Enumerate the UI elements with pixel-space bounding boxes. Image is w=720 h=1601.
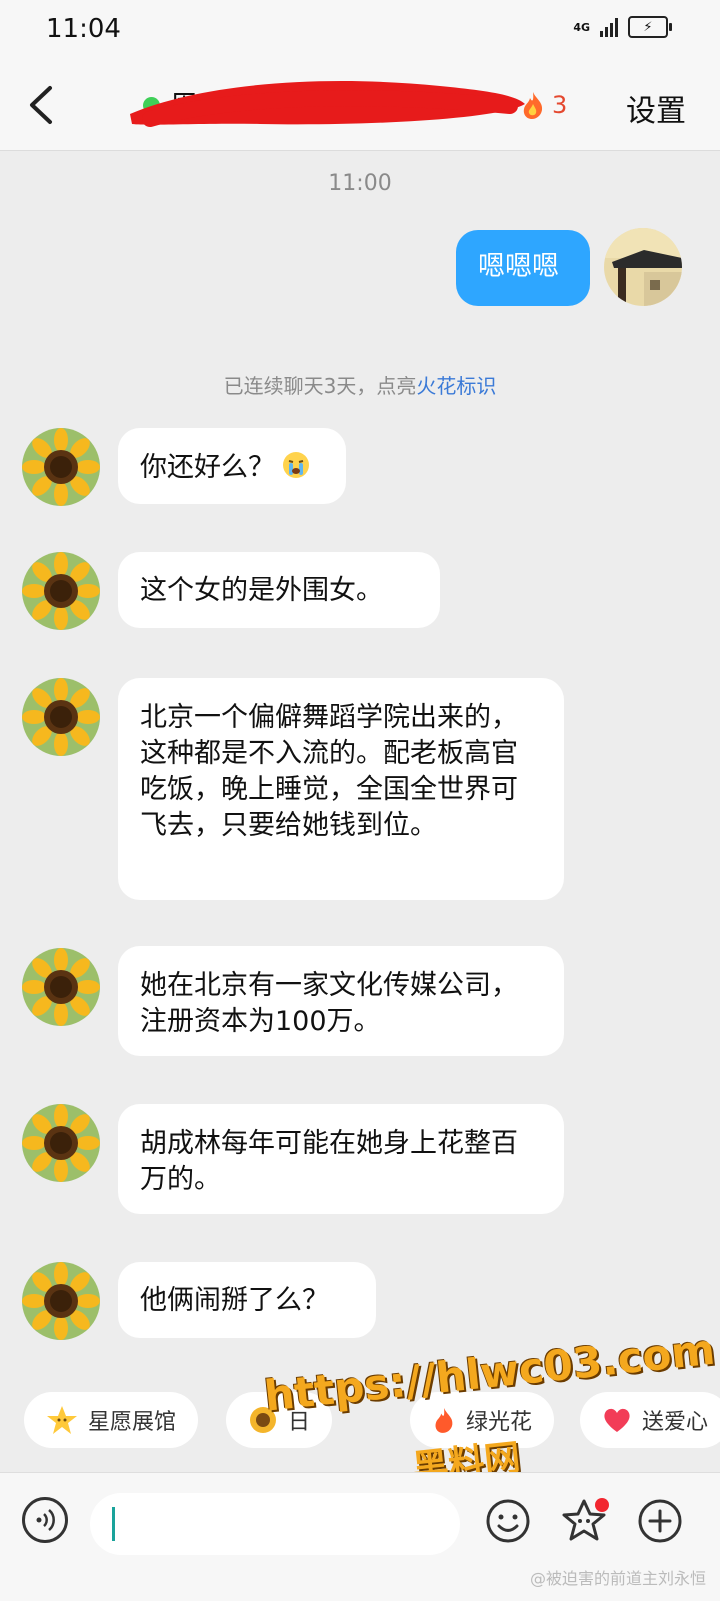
message-bubble-outgoing[interactable]: 嗯嗯嗯 — [456, 230, 590, 306]
chip-sun[interactable]: 日 — [226, 1392, 333, 1448]
contact-avatar[interactable] — [22, 1262, 100, 1340]
text-caret — [112, 1507, 115, 1541]
chip-star-wish[interactable]: 星愿展馆 — [24, 1392, 199, 1448]
emoji-button[interactable] — [484, 1497, 532, 1545]
sunflower-icon — [22, 948, 100, 1026]
chip-send-love[interactable]: 送爱心 — [580, 1392, 720, 1448]
message-bubble-incoming[interactable]: 她在北京有一家文化传媒公司，注册资本为100万。 — [118, 946, 564, 1056]
star-sticker-icon — [562, 1498, 609, 1541]
voice-input-button[interactable] — [22, 1497, 68, 1543]
sunflower-icon — [22, 678, 100, 756]
chat-header: 周 3 设置 — [0, 62, 720, 151]
chevron-left-icon — [30, 86, 52, 124]
chip-label: 星愿展馆 — [88, 1410, 177, 1435]
sunflower-icon — [22, 552, 100, 630]
contact-avatar[interactable] — [22, 428, 100, 506]
smiley-icon — [486, 1499, 530, 1543]
crying-face-icon — [283, 452, 309, 478]
message-bubble-incoming[interactable]: 这个女的是外围女。 — [118, 552, 440, 628]
chip-label: 绿光花 — [466, 1410, 533, 1435]
sunflower-icon — [22, 428, 100, 506]
message-bubble-incoming[interactable]: 他俩闹掰了么？ — [118, 1262, 376, 1338]
input-bar: @被迫害的前道主刘永恒 — [0, 1472, 720, 1601]
contact-avatar[interactable] — [22, 948, 100, 1026]
message-input[interactable] — [90, 1493, 460, 1555]
sunflower-icon — [250, 1407, 276, 1433]
contact-title[interactable]: 周 3 — [130, 81, 580, 130]
star-face-icon — [47, 1406, 77, 1434]
plus-circle-icon — [638, 1499, 682, 1543]
contact-name: 周 — [170, 89, 199, 122]
contact-avatar[interactable] — [22, 552, 100, 630]
sunflower-icon — [22, 1262, 100, 1340]
time-divider: 11:00 — [328, 171, 392, 196]
message-bubble-incoming[interactable]: 胡成林每年可能在她身上花整百万的。 — [118, 1104, 564, 1214]
system-note: 已连续聊天3天，点亮火花标识 — [0, 370, 720, 399]
chip-label: 送爱心 — [642, 1410, 709, 1435]
system-note-text: 已连续聊天3天，点亮 — [223, 374, 417, 398]
flame-icon — [523, 92, 543, 119]
status-bar: 11:04 4G ⚡ — [0, 0, 720, 62]
message-text: 你还好么？ — [140, 452, 275, 483]
chip-label: 日 — [288, 1410, 311, 1435]
streak-count: 3 — [552, 91, 568, 119]
spark-badge-link[interactable]: 火花标识 — [416, 374, 496, 398]
status-icons: 4G ⚡ — [573, 16, 672, 38]
contact-avatar[interactable] — [22, 1104, 100, 1182]
streak-badge[interactable]: 3 — [520, 90, 567, 120]
signal-icon — [600, 17, 618, 37]
online-status-dot — [143, 97, 160, 114]
back-button[interactable] — [22, 80, 62, 130]
voice-icon — [36, 1509, 55, 1531]
network-type: 4G — [573, 20, 590, 34]
avatar-image — [604, 228, 682, 306]
settings-button[interactable]: 设置 — [626, 86, 686, 130]
more-button[interactable] — [636, 1497, 684, 1545]
sticker-button[interactable] — [560, 1497, 609, 1545]
battery-charging-icon: ⚡ — [628, 16, 672, 38]
contact-avatar[interactable] — [22, 678, 100, 756]
weibo-watermark: @被迫害的前道主刘永恒 — [529, 1569, 706, 1588]
flame-icon — [435, 1408, 453, 1433]
sunflower-icon — [22, 1104, 100, 1182]
quick-action-bar: 星愿展馆 日 绿光花 送爱心 — [0, 1392, 720, 1458]
status-time: 11:04 — [46, 14, 121, 44]
my-avatar[interactable] — [604, 228, 682, 306]
message-bubble-incoming[interactable]: 你还好么？ — [118, 428, 346, 504]
heart-icon — [604, 1408, 630, 1432]
message-bubble-incoming[interactable]: 北京一个偏僻舞蹈学院出来的，这种都是不入流的。配老板高官吃饭，晚上睡觉，全国全世… — [118, 678, 564, 900]
chip-green-flower[interactable]: 绿光花 — [410, 1392, 555, 1448]
